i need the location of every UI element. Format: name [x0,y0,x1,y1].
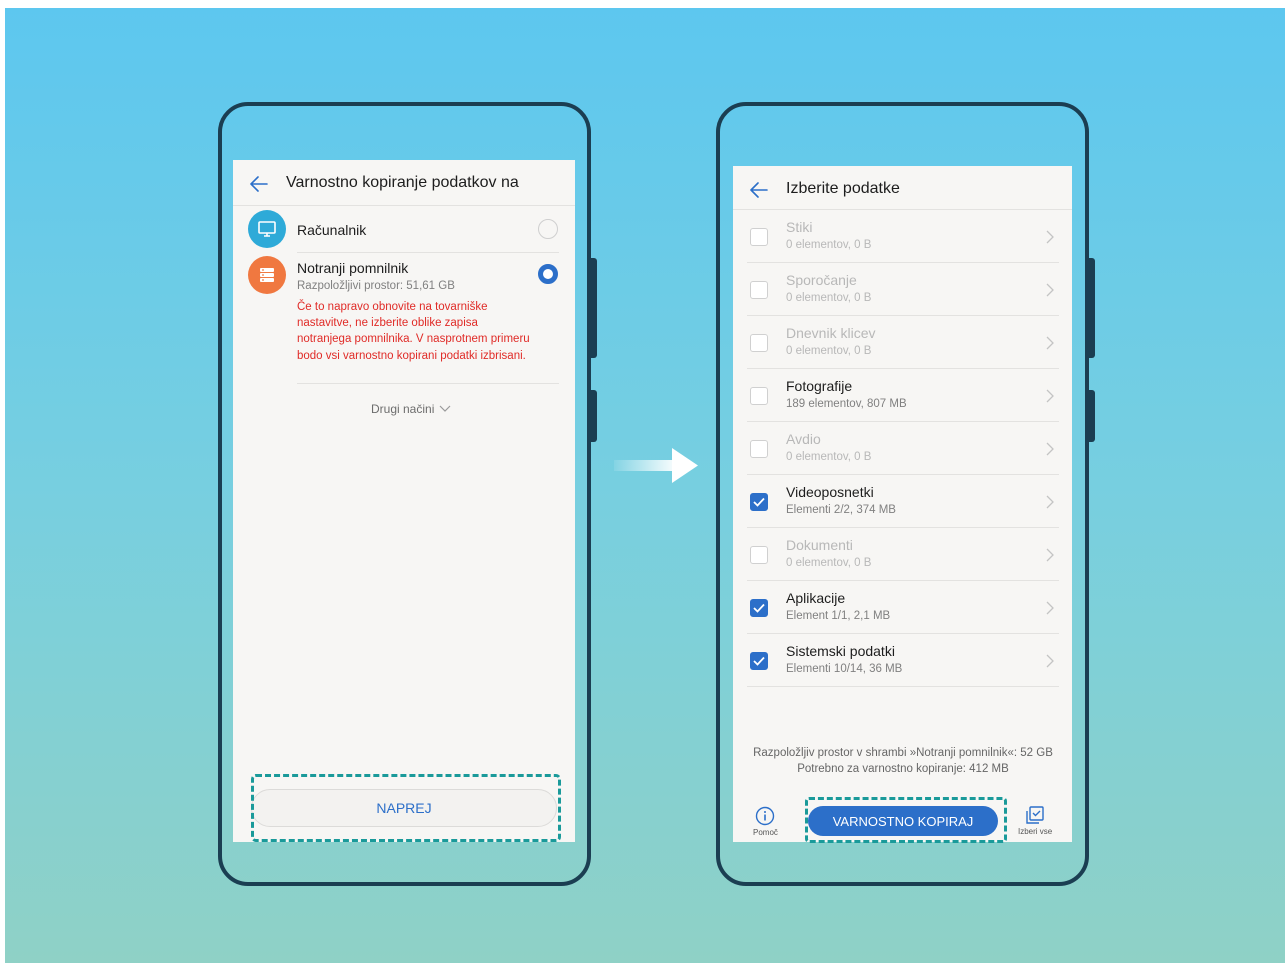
page-title: Izberite podatke [786,180,900,197]
phone-side-button [591,390,597,442]
item-title: Dokumenti [786,537,853,553]
list-item[interactable]: Dokumenti 0 elementov, 0 B [747,528,1059,581]
item-checkbox[interactable] [750,387,768,405]
header: Varnostno kopiranje podatkov na [233,160,575,208]
item-subtitle: 0 elementov, 0 B [786,292,872,304]
item-subtitle: Elementi 10/14, 36 MB [786,663,903,675]
item-subtitle: Elementi 2/2, 374 MB [786,504,896,516]
item-title: Videoposnetki [786,484,874,500]
select-all-button[interactable]: Izberi vse [1018,805,1052,836]
chevron-right-icon [1046,548,1054,562]
help-button[interactable]: Pomoč [753,806,778,837]
item-subtitle: 0 elementov, 0 B [786,239,872,251]
chevron-right-icon [1046,654,1054,668]
chevron-right-icon [1046,442,1054,456]
select-data-screen: Izberite podatke Stiki 0 elementov, 0 B Sp… [733,166,1072,842]
arrow-right-icon [614,448,698,483]
chevron-right-icon [1046,495,1054,509]
item-checkbox[interactable] [750,334,768,352]
list-item[interactable]: Sporočanje 0 elementov, 0 B [747,263,1059,316]
storage-icon [248,256,286,294]
item-subtitle: 189 elementov, 807 MB [786,398,907,410]
highlight-box [251,774,561,842]
item-subtitle: 0 elementov, 0 B [786,557,872,569]
item-title: Fotografije [786,378,853,394]
available-space-text: Razpoložljivi prostor: 51,61 GB [297,280,455,292]
backup-destination-screen: Varnostno kopiranje podatkov na Računaln… [233,160,575,842]
back-arrow-icon[interactable] [247,172,271,196]
option-computer-radio[interactable] [538,219,558,239]
item-title: Aplikacije [786,590,846,606]
other-methods-link[interactable]: Drugi načini [371,402,451,416]
storage-available-text: Razpoložljiv prostor v shrambi »Notranji… [753,747,1053,759]
back-arrow-icon[interactable] [747,178,771,202]
storage-required-text: Potrebno za varnostno kopiranje: 412 MB [797,762,1009,775]
check-icon [753,603,765,613]
item-subtitle: 0 elementov, 0 B [786,345,872,357]
item-title: Avdio [786,431,821,447]
item-title: Sistemski podatki [786,643,895,659]
chevron-down-icon [439,405,451,412]
list-item[interactable]: Fotografije 189 elementov, 807 MB [747,369,1059,422]
option-internal-storage-radio[interactable] [538,264,558,284]
list-item[interactable]: Sistemski podatki Elementi 10/14, 36 MB [747,634,1059,687]
chevron-right-icon [1046,601,1054,615]
list-item[interactable]: Videoposnetki Elementi 2/2, 374 MB [747,475,1059,528]
select-all-label: Izberi vse [1018,827,1053,836]
item-checkbox[interactable] [750,228,768,246]
item-title: Stiki [786,219,813,235]
option-computer-label: Računalnik [297,222,367,238]
info-icon [756,806,775,826]
chevron-right-icon [1046,230,1054,244]
item-title: Sporočanje [786,272,857,288]
help-label: Pomoč [753,828,778,837]
warning-text: Če to napravo obnovite na tovarniške nas… [297,301,530,362]
list-item[interactable]: Avdio 0 elementov, 0 B [747,422,1059,475]
check-icon [753,497,765,507]
item-checkbox[interactable] [750,652,768,670]
item-subtitle: 0 elementov, 0 B [786,451,872,463]
phone-side-button [591,258,597,358]
divider [297,252,559,253]
divider [233,205,575,206]
item-checkbox[interactable] [750,546,768,564]
item-title: Dnevnik klicev [786,325,876,341]
divider [297,383,559,384]
list-item[interactable]: Stiki 0 elementov, 0 B [747,210,1059,263]
computer-icon [248,210,286,248]
check-icon [753,656,765,666]
storage-info: Razpoložljiv prostor v shrambi »Notranji… [743,746,1063,776]
phone-side-button [1089,390,1095,442]
phone-side-button [1089,258,1095,358]
chevron-right-icon [1046,336,1054,350]
select-all-icon [1026,806,1044,824]
chevron-right-icon [1046,389,1054,403]
other-methods-label: Drugi načini [371,402,435,416]
list-item[interactable]: Dnevnik klicev 0 elementov, 0 B [747,316,1059,369]
list-item[interactable]: Aplikacije Element 1/1, 2,1 MB [747,581,1059,634]
item-checkbox[interactable] [750,440,768,458]
header: Izberite podatke [733,166,1072,214]
highlight-box [805,797,1007,843]
page-title: Varnostno kopiranje podatkov na [286,174,519,191]
chevron-right-icon [1046,283,1054,297]
item-checkbox[interactable] [750,281,768,299]
item-subtitle: Element 1/1, 2,1 MB [786,610,891,622]
option-internal-storage-label: Notranji pomnilnik [297,260,409,276]
item-checkbox[interactable] [750,599,768,617]
item-checkbox[interactable] [750,493,768,511]
